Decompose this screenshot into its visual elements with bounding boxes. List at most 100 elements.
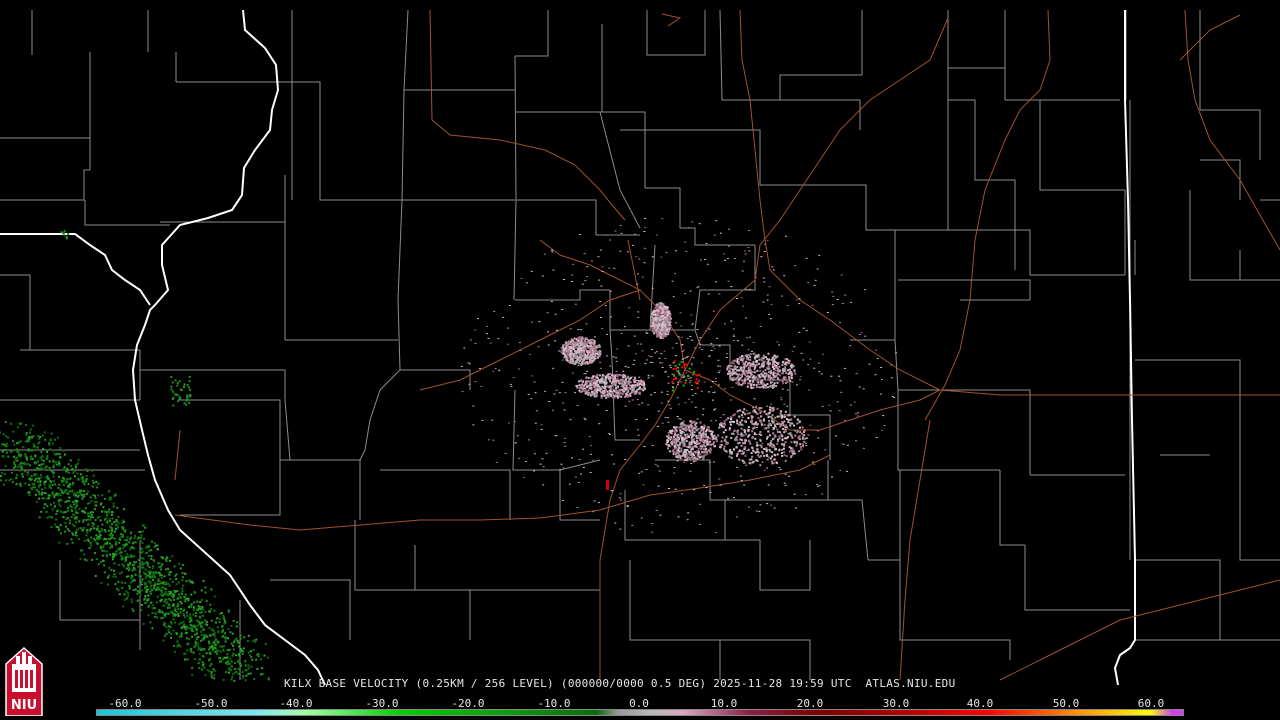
radar-pixel xyxy=(646,332,649,334)
radar-pixel xyxy=(58,475,60,478)
radar-pixel xyxy=(590,356,593,359)
radar-pixel xyxy=(647,374,650,376)
radar-pixel xyxy=(594,395,597,398)
radar-pixel xyxy=(71,532,74,535)
radar-pixel xyxy=(115,520,118,523)
radar-pixel xyxy=(180,592,183,595)
radar-pixel xyxy=(745,357,748,360)
radar-pixel xyxy=(665,435,668,438)
radar-pixel xyxy=(222,617,225,620)
radar-pixel xyxy=(738,357,741,360)
radar-pixel xyxy=(705,430,708,433)
radar-pixel xyxy=(568,483,571,485)
radar-pixel xyxy=(781,378,784,381)
radar-pixel xyxy=(92,516,95,519)
radar-pixel xyxy=(3,473,6,476)
radar-pixel xyxy=(147,594,150,597)
radar-pixel xyxy=(460,365,463,367)
radar-pixel xyxy=(787,359,790,362)
radar-pixel xyxy=(32,435,35,438)
radar-pixel xyxy=(124,581,127,584)
radar-pixel xyxy=(769,442,772,445)
radar-pixel xyxy=(141,542,144,544)
radar-pixel xyxy=(96,486,99,489)
radar-pixel xyxy=(155,601,158,604)
radar-pixel xyxy=(678,454,680,457)
radar-pixel xyxy=(773,434,776,436)
radar-pixel xyxy=(519,350,522,351)
radar-pixel xyxy=(674,376,677,378)
radar-pixel xyxy=(720,440,723,443)
radar-pixel xyxy=(580,329,583,331)
radar-pixel xyxy=(679,418,682,420)
radar-map[interactable] xyxy=(0,0,1280,720)
radar-pixel xyxy=(88,547,91,550)
radar-pixel xyxy=(724,449,727,452)
radar-pixel xyxy=(610,395,613,397)
radar-pixel xyxy=(686,449,688,451)
radar-pixel xyxy=(698,431,701,434)
radar-pixel xyxy=(124,550,127,553)
radar-pixel xyxy=(137,585,139,588)
radar-pixel xyxy=(132,567,135,569)
radar-pixel xyxy=(213,669,216,672)
radar-pixel xyxy=(47,477,50,480)
radar-pixel xyxy=(624,429,627,431)
radar-pixel xyxy=(28,491,31,494)
radar-pixel xyxy=(781,422,784,425)
radar-pixel xyxy=(103,518,106,521)
radar-pixel xyxy=(703,427,706,430)
radar-pixel xyxy=(1,471,4,474)
radar-pixel xyxy=(240,664,243,667)
radar-pixel xyxy=(141,557,144,560)
radar-pixel xyxy=(688,367,691,370)
radar-pixel xyxy=(48,484,51,487)
radar-pixel xyxy=(790,455,793,458)
radar-pixel xyxy=(796,418,799,421)
radar-pixel xyxy=(732,362,735,365)
radar-pixel xyxy=(65,525,68,528)
radar-pixel xyxy=(730,399,732,401)
radar-pixel xyxy=(169,578,172,581)
radar-pixel xyxy=(131,608,134,611)
radar-pixel xyxy=(89,496,92,499)
radar-pixel xyxy=(26,458,28,461)
radar-pixel xyxy=(590,351,593,354)
radar-pixel xyxy=(92,494,95,496)
radar-pixel xyxy=(74,475,76,478)
radar-pixel xyxy=(179,611,182,614)
radar-pixel xyxy=(655,509,658,511)
radar-pixel xyxy=(768,367,771,370)
radar-pixel xyxy=(601,271,604,272)
radar-pixel xyxy=(667,432,670,434)
radar-pixel xyxy=(164,634,166,637)
radar-pixel xyxy=(634,233,637,235)
radar-pixel xyxy=(40,463,43,466)
radar-pixel xyxy=(196,642,199,645)
radar-pixel xyxy=(540,428,543,430)
radar-pixel xyxy=(605,396,608,399)
radar-pixel xyxy=(76,534,78,537)
radar-pixel xyxy=(768,371,770,374)
radar-pixel xyxy=(250,656,253,658)
radar-pixel xyxy=(651,348,653,350)
radar-pixel xyxy=(182,584,185,587)
radar-pixel xyxy=(29,428,32,431)
radar-pixel xyxy=(710,420,713,422)
radar-pixel xyxy=(699,343,702,345)
radar-pixel xyxy=(202,580,205,582)
radar-pixel xyxy=(533,453,536,455)
radar-pixel xyxy=(68,500,71,503)
radar-pixel xyxy=(740,359,743,361)
radar-pixel xyxy=(667,400,670,402)
radar-pixel xyxy=(40,476,42,479)
radar-pixel xyxy=(854,413,857,415)
radar-pixel xyxy=(644,387,647,390)
radar-pixel xyxy=(667,437,670,439)
radar-pixel xyxy=(160,574,163,577)
radar-pixel xyxy=(228,671,230,674)
radar-pixel xyxy=(200,668,203,671)
radar-pixel xyxy=(759,431,762,433)
radar-pixel xyxy=(134,573,137,576)
radar-pixel xyxy=(241,650,243,653)
